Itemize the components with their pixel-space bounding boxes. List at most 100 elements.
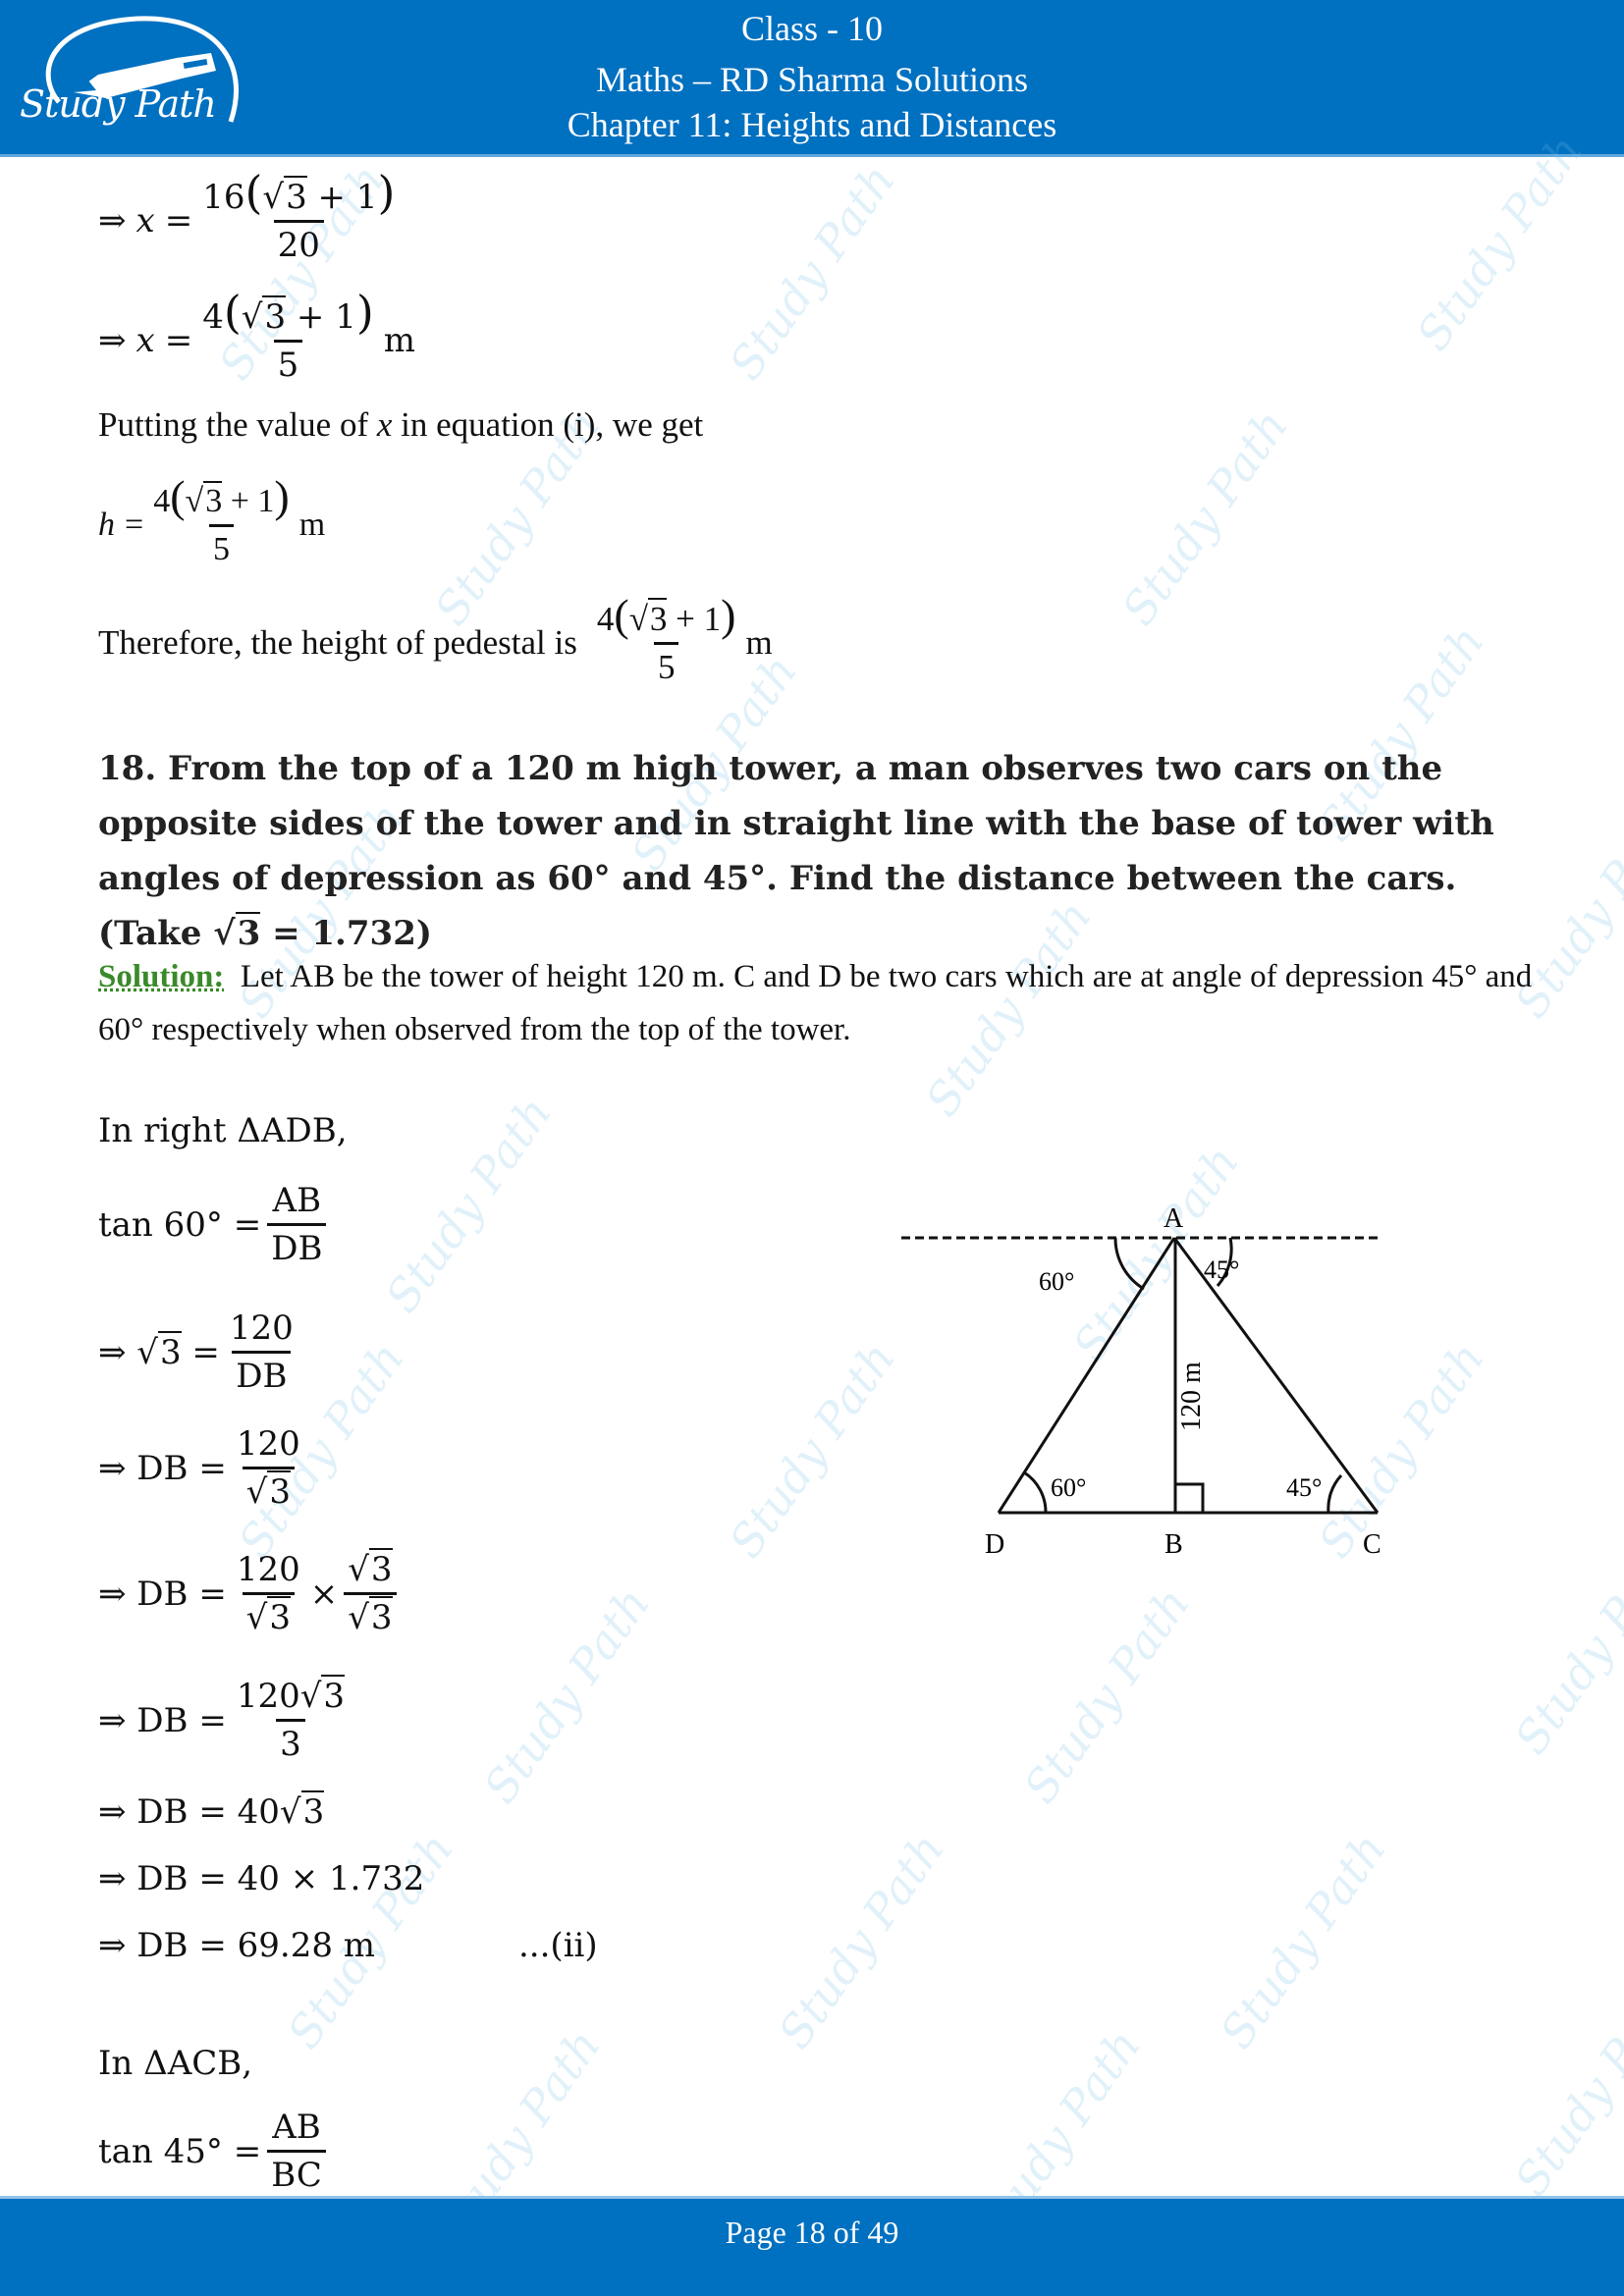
denominator: 20 (273, 220, 324, 268)
tower-diagram: A D B C 60° 45° 60° 45° 120 m (901, 1203, 1381, 1560)
step-1: ⇒ √3 = 120 DB (98, 1306, 303, 1399)
page-content: ⇒ x = 16(√3 + 1) 20 ⇒ x = 4(√3 + 1) 5 m Pu… (0, 0, 1624, 2296)
numerator: 120 (236, 1550, 300, 1589)
sqrt: √3 (348, 1548, 393, 1589)
equation-x-step2: ⇒ x = 4(√3 + 1) 5 m (98, 290, 416, 388)
radicand: 3 (300, 1790, 325, 1832)
height-label: 120 m (1176, 1362, 1207, 1431)
solution-intro: Solution: Let AB be the tower of height … (98, 950, 1551, 1056)
fraction: 4(√3 + 1) 5 (593, 593, 740, 690)
radicand: 3 (235, 912, 261, 953)
page-current: 18 (793, 2215, 826, 2250)
label-B: B (1164, 1529, 1183, 1560)
numerator: 120 (236, 1424, 300, 1464)
fraction: 16(√3 + 1) 20 (198, 170, 399, 268)
angle-arc-C (1326, 1473, 1343, 1514)
label-A: A (1164, 1203, 1184, 1234)
sqrt: √3 (136, 1330, 182, 1372)
solution-label: Solution: (98, 959, 225, 994)
denominator: DB (232, 1351, 292, 1399)
radicand: 3 (262, 295, 287, 337)
step-text: ⇒ DB = 69.28 m (98, 1926, 376, 1965)
angle-label-D: 60° (1051, 1473, 1086, 1502)
fraction: 120 √3 (233, 1421, 304, 1515)
step-lhs: tan 45° = (98, 2131, 262, 2171)
plus-term: + 1 (317, 178, 378, 217)
numerator: 120 (229, 1308, 294, 1348)
step-tan45: tan 45° = AB BC (98, 2105, 332, 2198)
angle-label-top-left: 60° (1039, 1267, 1074, 1296)
angle-label-C: 45° (1286, 1473, 1322, 1502)
unit: m (383, 320, 416, 360)
step-6: ⇒ DB = 40 × 1.732 (98, 1859, 424, 1898)
denominator: DB (267, 1223, 327, 1271)
in-right-adb: In right ΔADB, (98, 1111, 348, 1150)
coefficient: 4 (202, 297, 224, 337)
text-fragment: Putting the value of (98, 405, 377, 444)
question-number: 18. (98, 749, 157, 788)
step-lhs: ⇒ DB = (98, 1574, 227, 1614)
sqrt: √3 (262, 176, 307, 217)
coefficient: 16 (202, 178, 245, 217)
denominator: 5 (653, 642, 679, 690)
fraction: 120√3 3 (233, 1674, 349, 1767)
radicand: 3 (267, 1470, 291, 1512)
denominator: BC (267, 2150, 326, 2198)
radicand: 3 (157, 1330, 182, 1372)
page-mid: of (825, 2215, 868, 2250)
step-lhs: ⇒ DB = (98, 1448, 227, 1488)
sqrt: √3 (299, 1675, 346, 1716)
implies-symbol: ⇒ (98, 320, 127, 360)
label-D: D (985, 1529, 1004, 1560)
radicand: 3 (203, 481, 223, 519)
question-18: 18. From the top of a 120 m high tower, … (98, 741, 1532, 961)
angle-arc-D (1023, 1470, 1048, 1514)
variable-x: x (135, 200, 155, 240)
angle-arc-top-left (1113, 1237, 1145, 1291)
sqrt: √3 (185, 481, 223, 519)
right-angle-mark (1175, 1482, 1205, 1513)
denominator: 3 (276, 1719, 305, 1767)
equation-x-step1: ⇒ x = 16(√3 + 1) 20 (98, 170, 405, 268)
label-C: C (1363, 1529, 1381, 1560)
sqrt: √3 (348, 1596, 393, 1637)
step-text: In ΔACB, (98, 2044, 253, 2083)
question-text-end: = 1.732) (260, 914, 432, 953)
radicand: 3 (647, 598, 668, 638)
fraction: 4(√3 + 1) 5 (149, 474, 294, 572)
sqrt: √3 (241, 295, 287, 337)
denominator: 5 (208, 524, 234, 572)
equation-h: h = 4(√3 + 1) 5 m (98, 474, 325, 572)
fraction: AB DB (267, 1178, 327, 1271)
equation-tag: ...(ii) (518, 1926, 598, 1965)
step-3: ⇒ DB = 120 √3 × √3 √3 (98, 1547, 403, 1640)
numerator: AB (272, 2108, 321, 2147)
page-footer: Page 18 of 49 (0, 2196, 1624, 2296)
variable-h: h (98, 506, 115, 543)
angle-label-top-right: 45° (1204, 1255, 1239, 1284)
unit: m (745, 623, 773, 662)
radicand: 3 (368, 1596, 393, 1637)
radicand: 3 (321, 1675, 346, 1716)
solution-text: Let AB be the tower of height 120 m. C a… (98, 959, 1533, 1047)
therefore-text: Therefore, the height of pedestal is (98, 623, 577, 662)
step-lhs: ⇒ (98, 1332, 137, 1372)
therefore-statement: Therefore, the height of pedestal is 4(√… (98, 593, 773, 690)
implies-symbol: ⇒ (98, 200, 127, 240)
sqrt: √3 (245, 1596, 291, 1637)
equals: = (181, 1332, 220, 1372)
page-total: 49 (867, 2215, 899, 2250)
fraction: 4(√3 + 1) 5 (198, 290, 378, 388)
denominator: 5 (273, 340, 303, 388)
fraction: AB BC (267, 2105, 326, 2198)
fraction: 120 DB (226, 1306, 298, 1399)
sqrt: √3 (279, 1790, 325, 1832)
plus-term: + 1 (230, 483, 275, 519)
radicand: 3 (368, 1548, 393, 1589)
radicand: 3 (284, 176, 307, 217)
page-prefix: Page (725, 2215, 794, 2250)
variable-x: x (376, 405, 393, 444)
coefficient: 4 (153, 483, 171, 519)
text-fragment: in equation (i), we get (392, 405, 704, 444)
in-acb: In ΔACB, (98, 2044, 252, 2083)
